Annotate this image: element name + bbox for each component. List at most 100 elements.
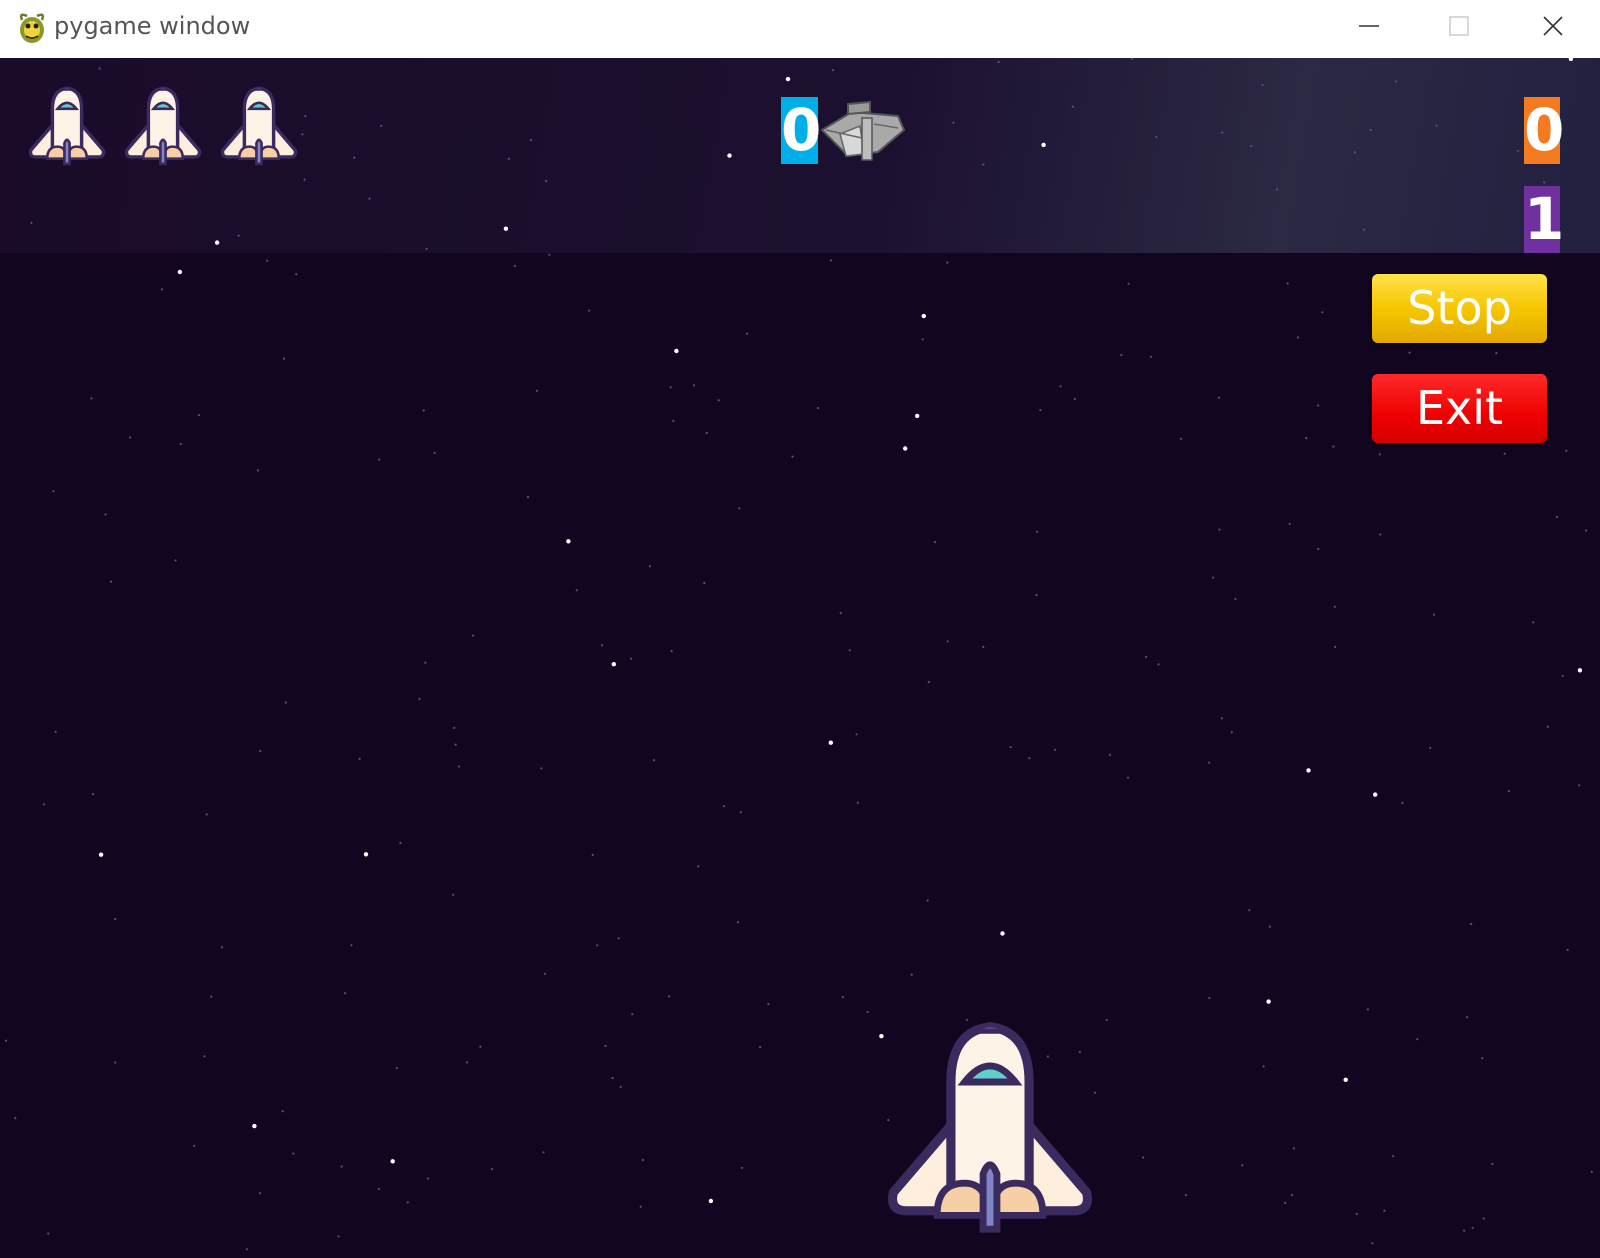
star — [759, 1046, 762, 1049]
star — [1071, 105, 1074, 108]
game-canvas[interactable]: 0 0 1 Stop Exit — [0, 58, 1600, 1258]
star — [767, 1003, 770, 1006]
star — [380, 124, 383, 127]
star — [465, 1061, 469, 1064]
star — [1241, 1164, 1244, 1167]
close-icon — [1543, 16, 1563, 36]
window-title: pygame window — [54, 12, 251, 40]
star — [1383, 1209, 1386, 1212]
star — [785, 76, 791, 82]
star — [738, 507, 741, 510]
star — [1517, 149, 1520, 152]
star — [566, 539, 571, 544]
star — [915, 413, 920, 419]
star — [1305, 437, 1308, 440]
star — [1073, 397, 1076, 400]
star — [1343, 1077, 1348, 1082]
star — [705, 431, 708, 435]
star — [245, 1248, 248, 1251]
star — [631, 1013, 634, 1016]
star — [1286, 282, 1289, 285]
star — [828, 740, 833, 745]
star — [453, 726, 456, 730]
star — [746, 332, 749, 335]
star — [1471, 1226, 1474, 1229]
star — [507, 157, 511, 160]
star — [1532, 621, 1535, 624]
star — [1432, 613, 1436, 616]
minimize-icon — [1359, 25, 1379, 27]
star — [921, 313, 926, 319]
close-button[interactable] — [1508, 0, 1598, 56]
star — [1321, 311, 1324, 314]
star — [1332, 445, 1335, 448]
star — [526, 496, 530, 499]
player-shuttle-icon[interactable] — [875, 1013, 1105, 1243]
star — [741, 1166, 744, 1169]
star — [179, 442, 182, 446]
star — [653, 759, 656, 762]
star — [1108, 753, 1112, 757]
star — [1184, 1194, 1187, 1197]
title-bar[interactable]: pygame window — [0, 0, 1600, 59]
star — [104, 513, 107, 516]
star — [418, 697, 421, 701]
star — [1039, 409, 1042, 412]
star — [368, 197, 371, 200]
star — [946, 261, 949, 264]
star — [92, 793, 95, 796]
star — [1212, 576, 1215, 579]
star — [641, 1158, 644, 1162]
star — [426, 1177, 429, 1180]
star — [220, 946, 224, 949]
star — [503, 226, 509, 231]
star — [52, 490, 55, 493]
star — [670, 650, 673, 653]
star — [933, 541, 937, 544]
star — [548, 253, 551, 256]
star — [1036, 530, 1039, 533]
star — [452, 893, 455, 896]
star — [841, 996, 844, 999]
star — [1290, 1193, 1293, 1197]
star — [1248, 909, 1251, 912]
star — [490, 1168, 493, 1171]
exit-button[interactable]: Exit — [1372, 374, 1547, 443]
star — [457, 765, 460, 768]
star — [1288, 522, 1291, 525]
star — [1495, 352, 1498, 355]
star — [281, 1110, 284, 1113]
star — [697, 865, 700, 868]
star — [1378, 453, 1381, 456]
star — [1234, 597, 1237, 601]
star — [1000, 931, 1005, 936]
star — [1217, 396, 1221, 399]
star — [946, 640, 949, 643]
star — [816, 407, 820, 410]
star — [304, 115, 307, 118]
star — [1296, 336, 1299, 339]
star — [343, 992, 347, 995]
pygame-window: pygame window 0 0 1 Stop Exit — [0, 0, 1600, 1258]
star — [1371, 1242, 1374, 1245]
star — [1333, 605, 1336, 608]
star — [1566, 948, 1569, 952]
star — [703, 581, 706, 585]
star — [1353, 151, 1356, 154]
star — [109, 580, 113, 583]
minimize-button[interactable] — [1324, 0, 1414, 56]
star — [596, 944, 599, 947]
star — [926, 899, 929, 902]
star — [1466, 1016, 1469, 1019]
star — [425, 247, 428, 250]
star — [1503, 452, 1506, 455]
star — [591, 853, 594, 857]
star — [1366, 1008, 1369, 1011]
star — [214, 240, 220, 245]
star — [997, 61, 1000, 64]
star — [1577, 668, 1583, 673]
star — [1261, 83, 1264, 87]
star — [1408, 351, 1411, 354]
maximize-button[interactable] — [1414, 0, 1504, 56]
stop-button[interactable]: Stop — [1372, 274, 1547, 343]
